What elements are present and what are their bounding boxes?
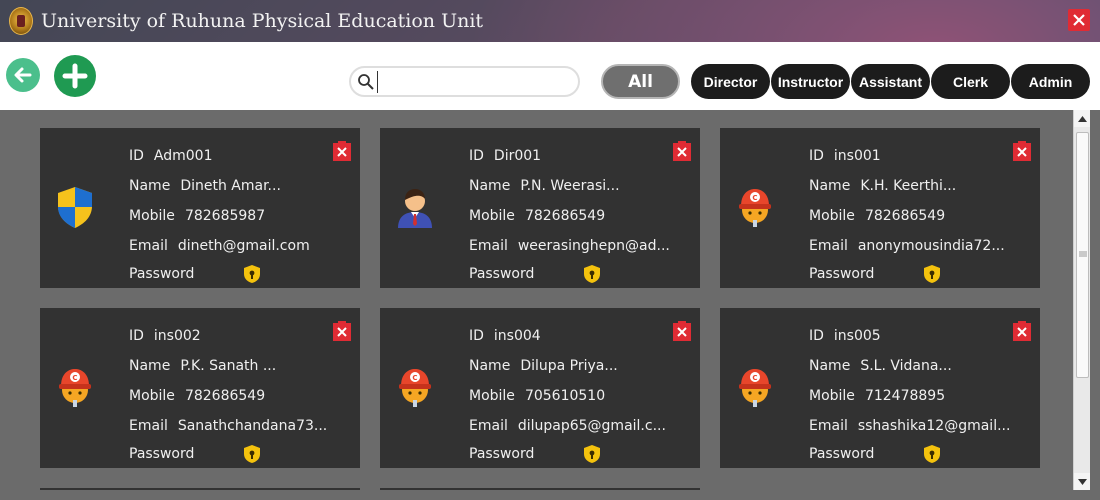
id-row: ID ins004 bbox=[469, 328, 541, 344]
mobile-row: Mobile 782686549 bbox=[129, 388, 266, 404]
password-key-icon[interactable] bbox=[582, 264, 602, 284]
vertical-scrollbar[interactable] bbox=[1073, 110, 1090, 490]
scroll-up-button[interactable] bbox=[1074, 110, 1090, 127]
panel-edge bbox=[0, 110, 10, 500]
filter-clerk-button[interactable]: Clerk bbox=[931, 64, 1010, 99]
password-label: Password bbox=[809, 266, 875, 282]
password-key-icon[interactable] bbox=[922, 444, 942, 464]
delete-icon[interactable] bbox=[673, 321, 691, 341]
name-row: Name Dilupa Priya... bbox=[469, 358, 618, 374]
user-card[interactable]: ID Adm001 Name Dineth Amar... Mobile 782685… bbox=[40, 128, 360, 288]
mobile-row: Mobile 705610510 bbox=[469, 388, 606, 404]
svg-text:C: C bbox=[412, 374, 417, 382]
mobile-row: Mobile 712478895 bbox=[809, 388, 946, 404]
app-title: University of Ruhuna Physical Education … bbox=[41, 10, 484, 32]
scroll-down-button[interactable] bbox=[1074, 473, 1090, 490]
svg-text:C: C bbox=[72, 374, 77, 382]
user-card[interactable]: C ID ins002 Name P.K. Sanath ... Mobile 782… bbox=[40, 308, 360, 468]
user-cards-panel: ID Adm001 Name Dineth Amar... Mobile 782685… bbox=[10, 110, 1073, 490]
user-card-partial[interactable] bbox=[380, 488, 700, 490]
delete-icon[interactable] bbox=[1013, 141, 1031, 161]
user-card[interactable]: C ID ins001 Name K.H. Keerthi... Mobile 782… bbox=[720, 128, 1040, 288]
back-button[interactable] bbox=[6, 58, 40, 92]
filter-admin-button[interactable]: Admin bbox=[1011, 64, 1090, 99]
name-row: Name P.K. Sanath ... bbox=[129, 358, 277, 374]
id-row: ID ins001 bbox=[809, 148, 881, 164]
delete-icon[interactable] bbox=[1013, 321, 1031, 341]
director-avatar-icon bbox=[398, 189, 432, 228]
name-row: Name Dineth Amar... bbox=[129, 178, 281, 194]
user-card[interactable]: ID Dir001 Name P.N. Weerasi... Mobile 78268… bbox=[380, 128, 700, 288]
plus-icon bbox=[62, 63, 88, 89]
svg-text:C: C bbox=[752, 194, 757, 202]
user-card[interactable]: C ID ins005 Name S.L. Vidana... Mobile 7124… bbox=[720, 308, 1040, 468]
filter-director-button[interactable]: Director bbox=[691, 64, 770, 99]
panel-bottom bbox=[0, 490, 1100, 500]
instructor-avatar-icon: C bbox=[399, 369, 431, 407]
chevron-down-icon bbox=[1077, 478, 1087, 485]
email-row: Email weerasinghepn@ad... bbox=[469, 238, 670, 254]
name-row: Name K.H. Keerthi... bbox=[809, 178, 957, 194]
close-icon bbox=[1073, 14, 1085, 26]
email-row: Email anonymousindia72... bbox=[809, 238, 1005, 254]
university-logo-icon bbox=[9, 7, 33, 35]
search-box[interactable] bbox=[349, 66, 580, 97]
id-row: ID Dir001 bbox=[469, 148, 542, 164]
scroll-thumb[interactable] bbox=[1076, 132, 1089, 378]
filter-all-button[interactable]: All bbox=[601, 64, 680, 99]
arrow-left-icon bbox=[14, 67, 32, 83]
instructor-avatar-icon: C bbox=[59, 369, 91, 407]
user-card-partial[interactable] bbox=[40, 488, 360, 490]
password-label: Password bbox=[129, 266, 195, 282]
delete-icon[interactable] bbox=[673, 141, 691, 161]
id-row: ID ins002 bbox=[129, 328, 201, 344]
add-user-button[interactable] bbox=[54, 55, 96, 97]
password-label: Password bbox=[129, 446, 195, 462]
email-row: Email sshashika12@gmail... bbox=[809, 418, 1011, 434]
search-input[interactable] bbox=[377, 70, 567, 93]
user-card[interactable]: C ID ins004 Name Dilupa Priya... Mobile 705… bbox=[380, 308, 700, 468]
svg-text:C: C bbox=[752, 374, 757, 382]
id-row: ID ins005 bbox=[809, 328, 881, 344]
toolbar: All Director Instructor Assistant Clerk … bbox=[0, 42, 1100, 110]
mobile-row: Mobile 782686549 bbox=[469, 208, 606, 224]
mobile-row: Mobile 782686549 bbox=[809, 208, 946, 224]
id-row: ID Adm001 bbox=[129, 148, 213, 164]
name-row: Name P.N. Weerasi... bbox=[469, 178, 620, 194]
delete-icon[interactable] bbox=[333, 141, 351, 161]
grip-icon bbox=[1079, 251, 1087, 257]
panel-edge-right bbox=[1090, 110, 1100, 500]
mobile-row: Mobile 782685987 bbox=[129, 208, 266, 224]
password-label: Password bbox=[469, 446, 535, 462]
search-icon bbox=[358, 73, 374, 90]
email-row: Email Sanathchandana73... bbox=[129, 418, 328, 434]
password-key-icon[interactable] bbox=[242, 264, 262, 284]
email-row: Email dineth@gmail.com bbox=[129, 238, 310, 254]
admin-shield-icon bbox=[58, 187, 92, 228]
password-key-icon[interactable] bbox=[582, 444, 602, 464]
title-bar: University of Ruhuna Physical Education … bbox=[0, 0, 1100, 42]
instructor-avatar-icon: C bbox=[739, 369, 771, 407]
password-label: Password bbox=[809, 446, 875, 462]
close-button[interactable] bbox=[1068, 9, 1090, 31]
chevron-up-icon bbox=[1077, 115, 1087, 122]
password-label: Password bbox=[469, 266, 535, 282]
filter-instructor-button[interactable]: Instructor bbox=[771, 64, 850, 99]
filter-assistant-button[interactable]: Assistant bbox=[851, 64, 930, 99]
name-row: Name S.L. Vidana... bbox=[809, 358, 952, 374]
password-key-icon[interactable] bbox=[242, 444, 262, 464]
email-row: Email dilupap65@gmail.c... bbox=[469, 418, 666, 434]
password-key-icon[interactable] bbox=[922, 264, 942, 284]
delete-icon[interactable] bbox=[333, 321, 351, 341]
instructor-avatar-icon: C bbox=[739, 189, 771, 227]
